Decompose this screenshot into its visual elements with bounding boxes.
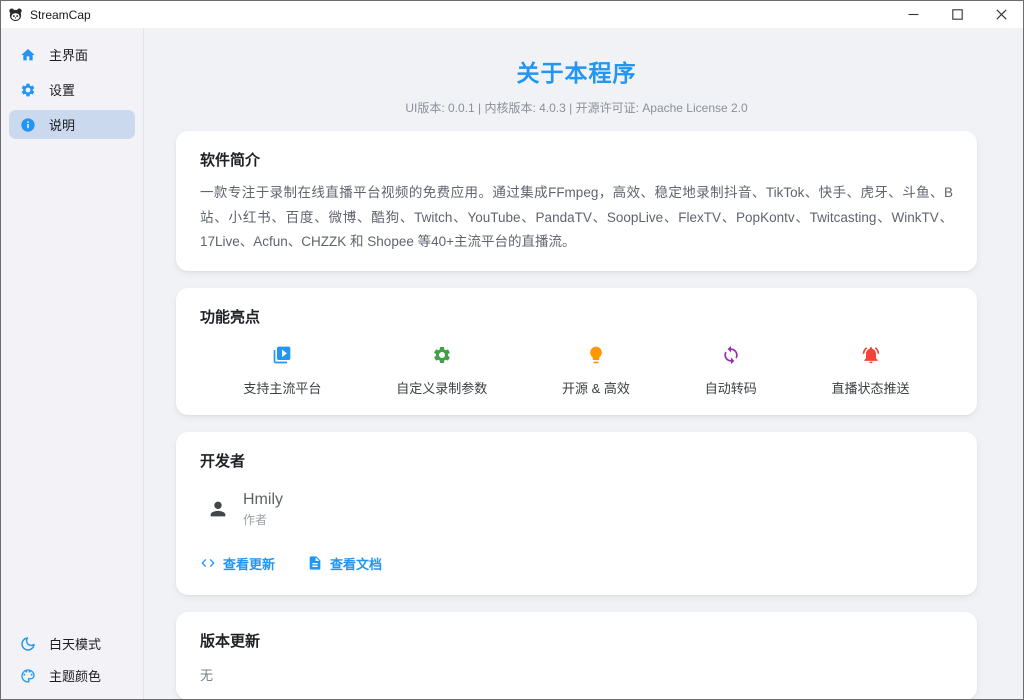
code-icon	[200, 555, 216, 571]
sidebar-item-label: 主界面	[49, 45, 88, 64]
home-icon	[20, 47, 36, 63]
close-button[interactable]	[979, 1, 1023, 28]
developer-name: Hmily	[243, 491, 283, 509]
developer-texts: Hmily 作者	[243, 491, 283, 528]
intro-heading: 软件简介	[200, 149, 953, 170]
feature-label: 开源 & 高效	[562, 378, 630, 397]
sidebar-item-label: 说明	[49, 115, 75, 134]
developer-links: 查看更新 查看文档	[200, 554, 953, 573]
gear-icon	[20, 82, 36, 98]
video-library-icon	[272, 345, 292, 365]
lightbulb-icon	[586, 345, 606, 365]
feature-open-source: 开源 & 高效	[562, 345, 630, 397]
updates-body: 无	[200, 665, 953, 684]
minimize-button[interactable]	[891, 1, 935, 28]
feature-label: 直播状态推送	[832, 378, 910, 397]
view-docs-label: 查看文档	[330, 554, 382, 573]
developer-heading: 开发者	[200, 450, 953, 471]
intro-body: 一款专注于录制在线直播平台视频的免费应用。通过集成FFmpeg，高效、稳定地录制…	[200, 181, 953, 255]
feature-label: 自定义录制参数	[396, 378, 487, 397]
close-icon	[996, 9, 1007, 20]
about-page: 关于本程序 UI版本: 0.0.1 | 内核版本: 4.0.3 | 开源许可证:…	[144, 28, 1023, 699]
sidebar: 主界面 设置 说明 白天模式 主题颜色	[1, 28, 144, 699]
sidebar-item-theme-color[interactable]: 主题颜色	[9, 661, 135, 690]
person-icon	[207, 498, 229, 520]
feature-platforms: 支持主流平台	[243, 345, 321, 397]
version-line: UI版本: 0.0.1 | 内核版本: 4.0.3 | 开源许可证: Apach…	[176, 99, 977, 116]
feature-label: 支持主流平台	[243, 378, 321, 397]
feature-auto-transcode: 自动转码	[705, 345, 757, 397]
maximize-icon	[952, 9, 963, 20]
developer-role: 作者	[243, 511, 283, 528]
palette-icon	[20, 668, 36, 684]
app-window: StreamCap 主界面 设置 说明	[0, 0, 1024, 700]
app-logo-icon	[8, 7, 23, 22]
developer-card: 开发者 Hmily 作者 查看更新 查看文档	[176, 432, 977, 595]
features-row: 支持主流平台 自定义录制参数 开源 & 高效 自动转码	[200, 345, 953, 399]
sidebar-item-day-mode[interactable]: 白天模式	[9, 629, 135, 658]
sidebar-item-label: 白天模式	[49, 634, 101, 653]
gear-icon	[432, 345, 452, 365]
app-title: StreamCap	[30, 8, 91, 22]
sidebar-footer: 白天模式 主题颜色	[1, 626, 143, 699]
view-updates-link[interactable]: 查看更新	[200, 554, 275, 573]
features-heading: 功能亮点	[200, 306, 953, 327]
sidebar-item-about[interactable]: 说明	[9, 110, 135, 139]
developer-person: Hmily 作者	[207, 491, 953, 528]
view-updates-label: 查看更新	[223, 554, 275, 573]
feature-status-push: 直播状态推送	[832, 345, 910, 397]
titlebar: StreamCap	[1, 1, 1023, 28]
sidebar-item-home[interactable]: 主界面	[9, 40, 135, 69]
info-icon	[20, 117, 36, 133]
sidebar-item-label: 设置	[49, 80, 75, 99]
view-docs-link[interactable]: 查看文档	[307, 554, 382, 573]
feature-label: 自动转码	[705, 378, 757, 397]
maximize-button[interactable]	[935, 1, 979, 28]
updates-card: 版本更新 无	[176, 612, 977, 699]
intro-card: 软件简介 一款专注于录制在线直播平台视频的免费应用。通过集成FFmpeg，高效、…	[176, 131, 977, 271]
document-icon	[307, 555, 323, 571]
sidebar-item-label: 主题颜色	[49, 666, 101, 685]
updates-heading: 版本更新	[200, 630, 953, 651]
page-title: 关于本程序	[176, 54, 977, 88]
sidebar-item-settings[interactable]: 设置	[9, 75, 135, 104]
sidebar-spacer	[1, 142, 143, 626]
sync-icon	[721, 345, 741, 365]
moon-icon	[20, 636, 36, 652]
minimize-icon	[908, 9, 919, 20]
bell-ring-icon	[861, 345, 881, 365]
features-card: 功能亮点 支持主流平台 自定义录制参数 开源 & 高效	[176, 288, 977, 415]
feature-custom-params: 自定义录制参数	[396, 345, 487, 397]
